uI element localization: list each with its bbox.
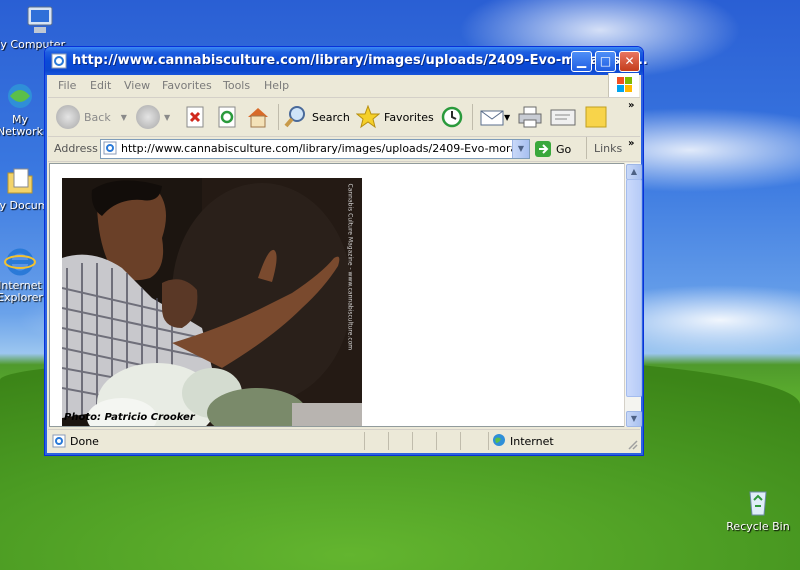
toolbar-separator	[472, 104, 473, 130]
internet-explorer-icon	[4, 246, 36, 278]
menu-favorites[interactable]: Favorites	[162, 79, 212, 92]
my-documents-icon	[4, 165, 36, 197]
printer-icon	[518, 106, 542, 128]
favorites-button[interactable]: Favorites	[356, 103, 434, 131]
status-text: Done	[70, 435, 99, 448]
close-button[interactable]: ✕	[619, 51, 640, 72]
photo-image	[62, 178, 362, 426]
history-button[interactable]	[440, 103, 464, 131]
menu-view[interactable]: View	[124, 79, 150, 92]
links-button[interactable]: Links	[594, 142, 622, 155]
back-arrow-icon	[56, 105, 80, 129]
forward-arrow-icon	[136, 105, 160, 129]
forward-button[interactable]: ▼	[136, 103, 170, 131]
ie-page-icon	[51, 53, 67, 69]
menu-file[interactable]: File	[58, 79, 76, 92]
minimize-button[interactable]: ▁	[571, 51, 592, 72]
go-arrow-icon	[535, 141, 551, 157]
status-divider	[488, 432, 489, 450]
toolbar-separator	[278, 104, 279, 130]
status-bar: Done Internet	[48, 429, 640, 452]
history-icon	[441, 106, 463, 128]
resize-grip-icon[interactable]	[626, 438, 638, 450]
windows-logo-icon	[608, 73, 639, 97]
status-divider	[436, 432, 437, 450]
address-bar: Address http://www.cannabisculture.com/l…	[48, 137, 640, 162]
note-icon	[585, 106, 607, 128]
title-bar[interactable]: http://www.cannabisculture.com/library/i…	[45, 47, 648, 75]
go-button[interactable]: Go	[534, 139, 571, 159]
desktop-icon-label: My Documents	[0, 199, 50, 212]
favorites-label: Favorites	[384, 110, 434, 124]
desktop-icon-my-computer[interactable]: My Computer	[0, 4, 80, 51]
scroll-thumb[interactable]	[626, 179, 642, 397]
address-text: http://www.cannabisculture.com/library/i…	[121, 142, 513, 155]
article-photo: Cannabis Culture Magazine - www.cannabis…	[62, 178, 362, 426]
toolbar-overflow-chevron-icon[interactable]: »	[628, 100, 634, 111]
go-label: Go	[556, 142, 572, 156]
desktop-icon-internet-explorer[interactable]: Internet Explorer	[0, 246, 50, 304]
photo-side-caption: Cannabis Culture Magazine - www.cannabis…	[346, 183, 354, 351]
refresh-icon	[218, 106, 236, 128]
security-zone: Internet	[510, 435, 554, 448]
stop-icon	[186, 106, 204, 128]
chevron-down-icon: ▼	[164, 112, 171, 122]
desktop-icon-label: Internet Explorer	[0, 280, 43, 304]
mail-icon	[480, 110, 504, 126]
back-button[interactable]: Back ▼	[56, 103, 127, 131]
menu-help[interactable]: Help	[264, 79, 289, 92]
desktop-icon-network-places[interactable]: My Network Places	[0, 80, 50, 138]
desktop-icon-label: My Network Places	[0, 114, 43, 138]
status-divider	[364, 432, 365, 450]
search-icon	[284, 106, 305, 128]
window-title: http://www.cannabisculture.com/library/i…	[72, 53, 648, 68]
refresh-button[interactable]	[216, 103, 238, 131]
vertical-scrollbar[interactable]: ▲ ▼	[624, 163, 642, 427]
status-divider	[412, 432, 413, 450]
toolbar-separator	[586, 137, 587, 159]
stop-button[interactable]	[184, 103, 206, 131]
browser-window: http://www.cannabisculture.com/library/i…	[44, 46, 648, 456]
address-input[interactable]: http://www.cannabisculture.com/library/i…	[100, 139, 530, 159]
mail-button[interactable]: ▼	[480, 103, 510, 131]
chevron-down-icon: ▼	[120, 112, 127, 122]
address-label: Address	[54, 142, 98, 155]
chevron-down-icon: ▼	[504, 112, 511, 122]
recycle-bin-icon	[742, 486, 774, 518]
page-content: Cannabis Culture Magazine - www.cannabis…	[49, 163, 626, 427]
my-computer-icon	[24, 4, 56, 36]
back-label: Back	[84, 110, 111, 124]
scroll-up-button[interactable]: ▲	[626, 164, 642, 180]
desktop-icon-label: Recycle Bin	[726, 520, 790, 533]
internet-globe-icon	[492, 433, 506, 447]
menu-edit[interactable]: Edit	[90, 79, 111, 92]
standard-toolbar: Back ▼ ▼ Search Favorites ▼ »	[48, 98, 640, 137]
menu-tools[interactable]: Tools	[223, 79, 250, 92]
ie-page-icon	[103, 141, 117, 155]
status-divider	[460, 432, 461, 450]
network-places-icon	[4, 80, 36, 112]
desktop-icon-my-documents[interactable]: My Documents	[0, 165, 50, 212]
favorites-star-icon	[356, 105, 380, 129]
photo-credit: Photo: Patricio Crooker	[64, 412, 195, 423]
print-button[interactable]	[518, 103, 542, 131]
messenger-button[interactable]	[584, 103, 608, 131]
edit-page-icon	[550, 109, 576, 126]
menu-bar: File Edit View Favorites Tools Help	[48, 73, 640, 98]
home-icon	[248, 108, 268, 128]
search-label: Search	[312, 110, 350, 124]
scroll-down-button[interactable]: ▼	[626, 411, 642, 427]
links-overflow-chevron-icon[interactable]: »	[628, 138, 634, 149]
edit-button[interactable]	[550, 103, 576, 131]
status-divider	[388, 432, 389, 450]
ie-page-icon	[52, 434, 66, 448]
search-button[interactable]: Search	[284, 103, 350, 131]
address-dropdown-chevron-icon[interactable]: ▼	[512, 140, 529, 158]
home-button[interactable]	[246, 103, 270, 131]
maximize-button[interactable]: □	[595, 51, 616, 72]
desktop-icon-recycle-bin[interactable]: Recycle Bin	[718, 486, 798, 533]
